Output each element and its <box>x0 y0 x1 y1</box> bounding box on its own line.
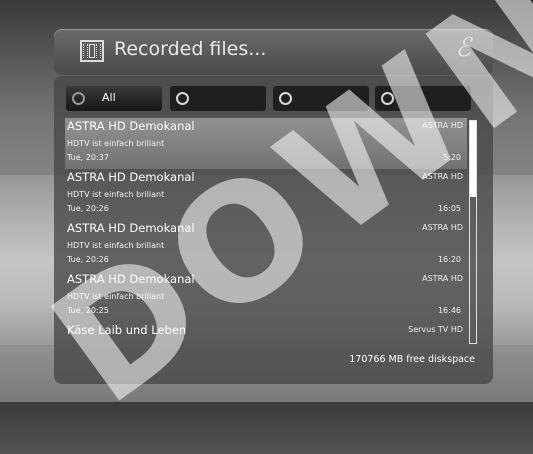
recording-item[interactable]: ASTRA HD Demokanal ASTRA HD HDTV ist ein… <box>65 220 467 271</box>
recording-item[interactable]: ASTRA HD Demokanal ASTRA HD HDTV ist ein… <box>65 271 467 322</box>
brand-logo: ℰ <box>455 33 471 63</box>
recording-datetime: Tue, 20:26 <box>67 255 109 264</box>
recording-channel: ASTRA HD <box>422 274 463 283</box>
recording-channel: Servus TV HD <box>408 325 463 334</box>
radio-icon <box>176 92 189 105</box>
recording-title: ASTRA HD Demokanal <box>67 221 195 235</box>
recording-datetime: Tue, 20:26 <box>67 204 109 213</box>
recording-duration: 5:20 <box>443 153 461 162</box>
recording-item[interactable]: Käse Laib und Leben Servus TV HD <box>65 322 467 344</box>
radio-icon <box>279 92 292 105</box>
recording-duration: 16:05 <box>437 204 461 213</box>
recording-channel: ASTRA HD <box>422 172 463 181</box>
recording-title: ASTRA HD Demokanal <box>67 170 195 184</box>
scrollbar-thumb[interactable] <box>470 121 476 197</box>
scrollbar[interactable] <box>469 120 477 344</box>
free-diskspace: 170766 MB free diskspace <box>349 354 475 365</box>
recordings-list: ASTRA HD Demokanal ASTRA HD HDTV ist ein… <box>65 118 467 344</box>
recordings-panel: All ASTRA HD Demokanal ASTRA HD HDTV ist… <box>54 76 493 384</box>
recording-item[interactable]: ASTRA HD Demokanal ASTRA HD HDTV ist ein… <box>65 169 467 220</box>
recording-datetime: Tue, 20:37 <box>67 153 109 162</box>
recording-datetime: Tue, 20:25 <box>67 306 109 315</box>
filter-2[interactable] <box>170 86 266 111</box>
recording-desc: HDTV ist einfach brillant <box>67 139 165 148</box>
recording-duration: 16:20 <box>437 255 461 264</box>
filter-label: All <box>102 91 116 104</box>
radio-icon <box>381 92 394 105</box>
filter-all[interactable]: All <box>66 86 162 111</box>
recording-channel: ASTRA HD <box>422 121 463 130</box>
recording-channel: ASTRA HD <box>422 223 463 232</box>
recording-title: ASTRA HD Demokanal <box>67 272 195 286</box>
radio-icon <box>72 92 85 105</box>
recording-title: Käse Laib und Leben <box>67 323 187 337</box>
header-bar: Recorded files... ℰ <box>54 29 493 75</box>
recording-title: ASTRA HD Demokanal <box>67 119 195 133</box>
recording-desc: HDTV ist einfach brillant <box>67 292 165 301</box>
recording-desc: HDTV ist einfach brillant <box>67 241 165 250</box>
film-icon <box>80 40 104 62</box>
page-title: Recorded files... <box>114 38 267 60</box>
filter-4[interactable] <box>375 86 471 111</box>
recording-desc: HDTV ist einfach brillant <box>67 190 165 199</box>
recording-item[interactable]: ASTRA HD Demokanal ASTRA HD HDTV ist ein… <box>65 118 467 169</box>
recording-duration: 16:46 <box>437 306 461 315</box>
filter-3[interactable] <box>273 86 369 111</box>
